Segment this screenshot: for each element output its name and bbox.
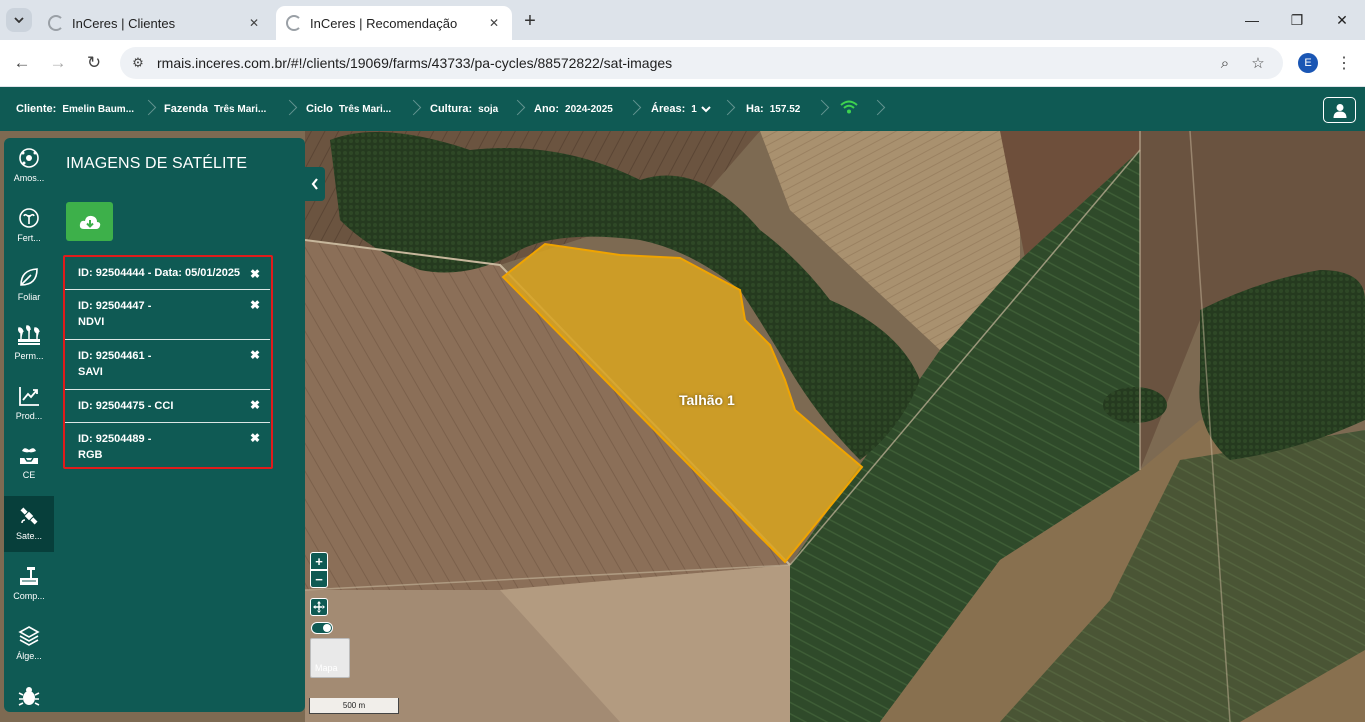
tab-search-button[interactable] [6,8,32,32]
back-icon[interactable]: ← [10,51,34,75]
rail-item-ce[interactable]: CE [4,435,54,491]
cloud-download-icon [79,215,100,229]
inceres-favicon-icon [286,15,302,31]
image-item[interactable]: ID: 92504444 - Data: 05/01/2025 ✖ [65,257,270,289]
zoom-icon[interactable]: ⌕ [1215,53,1235,73]
forward-icon[interactable]: → [46,51,70,75]
image-item[interactable]: ID: 92504489 - RGB ✖ [65,422,270,466]
move-arrows-icon [313,601,325,613]
crumb-separator [284,98,296,120]
remove-image-icon[interactable]: ✖ [248,298,262,312]
field-label: Talhão 1 [679,392,735,408]
crumb-separator [722,98,734,120]
panel-title: IMAGENS DE SATÉLITE [66,155,248,172]
compaction-icon [17,564,41,588]
leaf-icon [17,265,41,289]
tab-title: InCeres | Recomendação [310,15,458,31]
bookmark-star-icon[interactable]: ☆ [1248,53,1268,73]
rail-item-foliar[interactable]: Foliar [4,257,54,313]
plant-ce-icon [17,443,41,467]
new-tab-button[interactable]: + [518,10,542,32]
address-bar[interactable]: ⚙ rmais.inceres.com.br/#!/clients/19069/… [120,47,1283,79]
browser-tab-strip: InCeres | Clientes ✕ InCeres | Recomenda… [0,0,1365,40]
bug-icon [17,684,41,708]
profile-avatar[interactable]: E [1298,53,1318,73]
close-icon[interactable]: ✕ [246,15,262,31]
crumb-client[interactable]: Cliente: Emelin Baum... [16,87,134,131]
crumb-separator [512,98,524,120]
crumb-farm[interactable]: Fazenda Três Mari... [164,87,266,131]
crumb-hectares: Ha: 157.52 [746,103,801,115]
image-item[interactable]: ID: 92504475 - CCI ✖ [65,389,270,422]
wifi-icon [840,100,858,114]
browser-toolbar: ← → ↻ ⚙ rmais.inceres.com.br/#!/clients/… [0,40,1365,86]
rail-item-algebra[interactable]: Álge... [4,616,54,672]
crumb-culture[interactable]: Cultura: soja [430,87,498,131]
crumb-cycle[interactable]: Ciclo Três Mari... [306,87,391,131]
rail-item-permanent[interactable]: Perm... [4,316,54,372]
remove-image-icon[interactable]: ✖ [248,267,262,281]
rail-item-fertility[interactable]: Fert... [4,198,54,254]
zoom-in-button[interactable]: + [310,552,328,570]
sampling-icon [17,146,41,170]
satellite-icon [17,504,41,528]
remove-image-icon[interactable]: ✖ [248,431,262,445]
inceres-favicon-icon [48,15,64,31]
app-header: Cliente: Emelin Baum... Fazenda Três Mari.… [0,87,1365,131]
site-info-icon[interactable]: ⚙ [130,55,146,71]
rail-item-satellite[interactable]: Sate... [4,496,54,552]
url-text[interactable]: rmais.inceres.com.br/#!/clients/19069/fa… [157,55,672,71]
browser-menu-icon[interactable]: ⋮ [1334,52,1354,74]
basemap-switcher[interactable]: Mapa [310,638,350,678]
map-scale-bar: 500 m [309,698,399,714]
image-item[interactable]: ID: 92504447 - NDVI ✖ [65,289,270,339]
crumb-separator [143,98,155,120]
collapse-panel-button[interactable] [305,167,325,201]
pan-tool-button[interactable] [310,598,328,616]
download-images-button[interactable] [66,202,113,241]
user-icon [1333,103,1346,118]
restore-icon[interactable]: ❐ [1285,8,1309,32]
tab-title: InCeres | Clientes [72,15,176,31]
crumb-separator [628,98,640,120]
close-window-icon[interactable]: ✕ [1330,8,1354,32]
rail-item-productivity[interactable]: Prod... [4,376,54,432]
satellite-image-list: ID: 92504444 - Data: 05/01/2025 ✖ ID: 92… [63,255,273,469]
minimize-icon[interactable]: — [1240,8,1264,32]
permanent-crop-icon [17,324,41,348]
satellite-images-panel: IMAGENS DE SATÉLITE ID: 92504444 - Data:… [54,138,305,712]
remove-image-icon[interactable]: ✖ [248,348,262,362]
rail-item-pests[interactable] [4,676,54,712]
zoom-out-button[interactable]: − [310,570,328,588]
crumb-separator [872,98,884,120]
remove-image-icon[interactable]: ✖ [248,398,262,412]
crumb-year[interactable]: Ano: 2024-2025 [534,87,613,131]
productivity-chart-icon [17,384,41,408]
rail-item-sampling[interactable]: Amos... [4,138,54,194]
crumb-areas-dropdown[interactable]: Áreas: 1 [651,87,711,131]
user-profile-button[interactable] [1323,97,1356,123]
rail-item-compaction[interactable]: Comp... [4,556,54,612]
chevron-left-icon [311,178,318,190]
layers-icon [17,624,41,648]
chevron-down-icon [701,105,711,112]
close-icon[interactable]: ✕ [486,15,502,31]
reload-icon[interactable]: ↻ [82,51,106,75]
chevron-down-icon [14,17,24,23]
crumb-separator [408,98,420,120]
browser-tab-recomendacao[interactable]: InCeres | Recomendação ✕ [276,6,512,40]
layer-toggle-switch[interactable] [311,622,333,634]
crumb-separator [816,98,828,120]
browser-tab-clientes[interactable]: InCeres | Clientes ✕ [38,6,272,40]
fertility-icon [17,206,41,230]
module-rail: Amos... Fert... Foliar Perm... Prod... C… [4,138,54,712]
image-item[interactable]: ID: 92504461 - SAVI ✖ [65,339,270,389]
